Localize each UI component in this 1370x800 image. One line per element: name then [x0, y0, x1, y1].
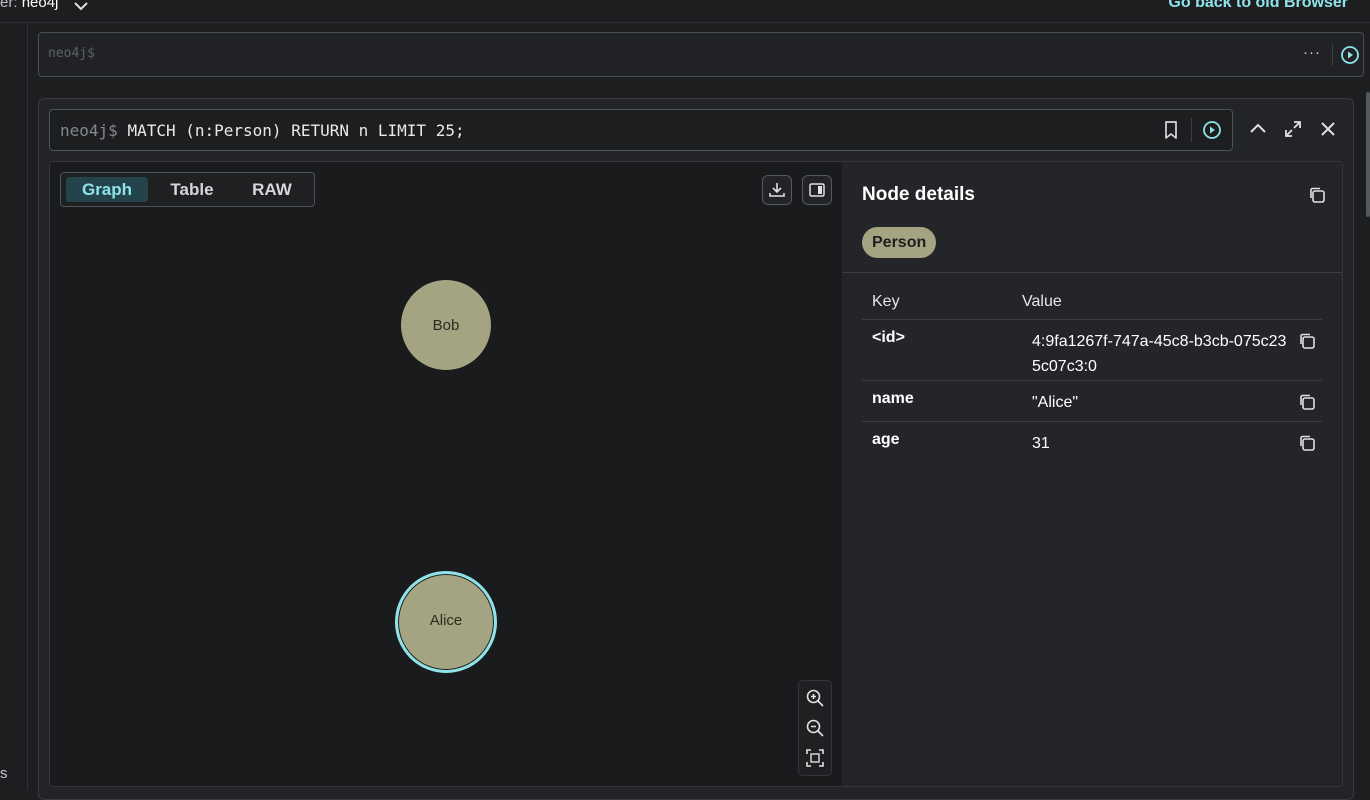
zoom-out-icon[interactable] [806, 719, 824, 737]
main-query-editor[interactable]: neo4j$ ··· [38, 32, 1364, 77]
bookmark-icon[interactable] [1161, 120, 1181, 140]
graph-node-alice[interactable]: Alice [395, 571, 497, 673]
more-options-button[interactable]: ··· [1303, 44, 1321, 61]
table-row: name "Alice" [862, 381, 1322, 422]
details-title: Node details [862, 184, 975, 205]
database-selector-prefix: er: [0, 0, 18, 11]
copy-icon[interactable] [1298, 332, 1316, 350]
node-label: Bob [432, 317, 460, 334]
left-sidebar: s [0, 23, 28, 790]
divider [1191, 118, 1192, 142]
editor-placeholder: neo4j$ [48, 46, 95, 61]
close-icon[interactable] [1318, 119, 1338, 139]
frame-query-text[interactable]: MATCH (n:Person) RETURN n LIMIT 25; [127, 121, 464, 140]
tab-graph[interactable]: Graph [66, 177, 148, 202]
database-name: neo4j [21, 0, 59, 11]
property-value[interactable]: 31 [1032, 431, 1294, 456]
fullscreen-icon[interactable] [1283, 119, 1303, 139]
property-key: name [872, 390, 914, 407]
scrollbar[interactable] [1366, 92, 1370, 217]
side-panel-icon [809, 183, 825, 197]
divider [1332, 44, 1333, 66]
toggle-details-panel-button[interactable] [802, 175, 832, 205]
fit-to-screen-icon[interactable] [806, 749, 824, 767]
copy-icon[interactable] [1308, 186, 1326, 204]
run-query-icon[interactable] [1340, 45, 1360, 65]
database-selector[interactable]: er: neo4j [0, 0, 88, 11]
table-row: age 31 [862, 422, 1322, 462]
copy-icon[interactable] [1298, 434, 1316, 452]
frame-prompt: neo4j$ [60, 121, 118, 140]
graph-canvas[interactable]: Graph Table RAW Bob Alice [50, 162, 842, 786]
copy-icon[interactable] [1298, 393, 1316, 411]
top-bar: er: neo4j Go back to old Browser [0, 0, 1370, 23]
property-value[interactable]: 4:9fa1267f-747a-45c8-b3cb-075c235c07c3:0 [1032, 329, 1294, 379]
table-header: Key Value [862, 287, 1322, 320]
sidebar-partial-text: s [0, 765, 8, 782]
key-column-header: Key [872, 293, 900, 310]
tab-table[interactable]: Table [152, 177, 232, 202]
frame-query-editor[interactable]: neo4j$ MATCH (n:Person) RETURN n LIMIT 2… [49, 109, 1233, 151]
property-value[interactable]: "Alice" [1032, 390, 1294, 415]
divider [842, 272, 1342, 273]
property-key: <id> [872, 329, 905, 346]
download-icon [769, 183, 785, 197]
node-label-chip[interactable]: Person [862, 227, 937, 258]
run-query-icon[interactable] [1202, 120, 1222, 140]
chevron-down-icon [74, 2, 88, 11]
zoom-in-icon[interactable] [806, 689, 824, 707]
table-row: <id> 4:9fa1267f-747a-45c8-b3cb-075c235c0… [862, 320, 1322, 381]
value-column-header: Value [1022, 293, 1062, 310]
properties-table: Key Value <id> 4:9fa1267f-747a-45c8-b3cb… [862, 287, 1322, 462]
view-tabs: Graph Table RAW [60, 172, 315, 207]
zoom-controls [798, 680, 832, 776]
go-back-old-browser-link[interactable]: Go back to old Browser [1168, 0, 1348, 12]
graph-node-bob[interactable]: Bob [401, 280, 491, 370]
tab-raw[interactable]: RAW [232, 177, 312, 202]
download-button[interactable] [762, 175, 792, 205]
collapse-frame-icon[interactable] [1248, 119, 1268, 139]
result-panel: Graph Table RAW Bob Alice Node details P… [49, 161, 1343, 787]
property-key: age [872, 431, 900, 448]
node-details-panel: Node details Person Key Value <id> 4:9fa… [842, 162, 1342, 786]
node-label: Alice [429, 612, 463, 629]
